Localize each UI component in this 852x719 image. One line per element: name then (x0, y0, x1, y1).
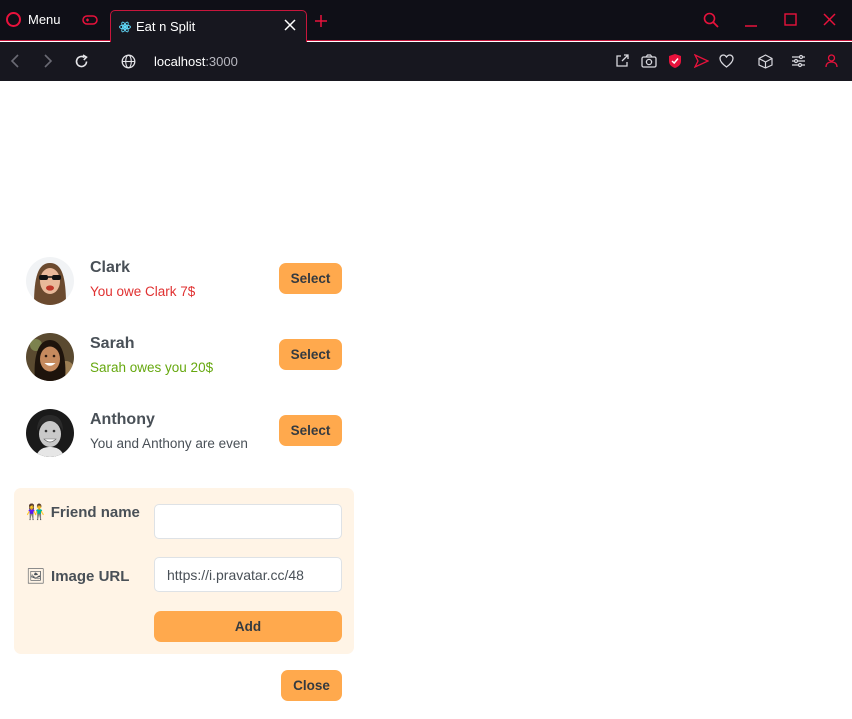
close-form-button[interactable]: Close (281, 670, 342, 701)
friend-name: Sarah (90, 335, 135, 352)
image-url-input[interactable] (154, 557, 342, 592)
search-icon[interactable] (703, 12, 719, 28)
opera-logo-icon (6, 12, 21, 27)
camera-icon[interactable] (641, 54, 657, 68)
gamepad-icon[interactable] (82, 13, 98, 27)
friend-balance: Sarah owes you 20$ (90, 360, 214, 375)
friend-list-item: Sarah Sarah owes you 20$ Select (26, 333, 356, 393)
url-port: :3000 (205, 54, 238, 69)
friend-list-item: Anthony You and Anthony are even Select (26, 409, 356, 469)
back-icon[interactable] (9, 54, 21, 68)
friend-name: Anthony (90, 411, 155, 428)
maximize-icon[interactable] (784, 13, 797, 26)
select-friend-button[interactable]: Select (279, 415, 342, 446)
browser-menu-button[interactable]: Menu (6, 12, 61, 27)
adblock-shield-icon[interactable] (668, 53, 682, 69)
tab-close-icon[interactable] (284, 19, 296, 31)
forward-icon[interactable] (42, 54, 54, 68)
avatar (26, 409, 74, 457)
friend-name-input[interactable] (154, 504, 342, 539)
select-friend-button[interactable]: Select (279, 263, 342, 294)
url-field[interactable]: localhost:3000 (154, 54, 238, 69)
select-friend-button[interactable]: Select (279, 339, 342, 370)
send-icon[interactable] (694, 54, 709, 68)
friend-list-item: Clark You owe Clark 7$ Select (26, 257, 356, 317)
browser-tab-bar: Menu Eat n Split (0, 0, 852, 42)
new-tab-icon[interactable] (314, 14, 328, 28)
easy-setup-icon[interactable] (791, 54, 806, 68)
framed-picture-icon: 🖼 (26, 568, 46, 585)
add-friend-button[interactable]: Add (154, 611, 342, 642)
add-friend-form: 👫Friend name 🖼Image URL Add (14, 488, 354, 654)
friend-name-label: 👫 Friend name (26, 504, 140, 521)
friend-balance: You owe Clark 7$ (90, 284, 196, 299)
url-host: localhost (154, 54, 206, 69)
tab-eat-n-split[interactable]: Eat n Split (110, 10, 307, 42)
share-icon[interactable] (615, 54, 629, 68)
avatar (26, 333, 74, 381)
avatar (26, 257, 74, 305)
menu-label: Menu (28, 12, 61, 27)
friend-balance: You and Anthony are even (90, 436, 248, 451)
window-close-icon[interactable] (823, 13, 836, 26)
profile-icon[interactable] (825, 54, 838, 68)
minimize-icon[interactable] (744, 12, 758, 28)
image-url-label: 🖼 Image URL (26, 568, 130, 585)
app-page: Clark You owe Clark 7$ Select Sarah Sara… (0, 81, 852, 719)
extensions-cube-icon[interactable] (758, 54, 773, 69)
address-bar: localhost:3000 (0, 42, 852, 81)
react-favicon-icon (119, 21, 131, 32)
people-holding-hands-icon: 👫 (26, 504, 45, 521)
reload-icon[interactable] (74, 54, 89, 69)
heart-icon[interactable] (719, 54, 734, 68)
friend-name: Clark (90, 259, 131, 276)
site-info-globe-icon[interactable] (121, 54, 136, 69)
tab-title: Eat n Split (136, 19, 196, 34)
